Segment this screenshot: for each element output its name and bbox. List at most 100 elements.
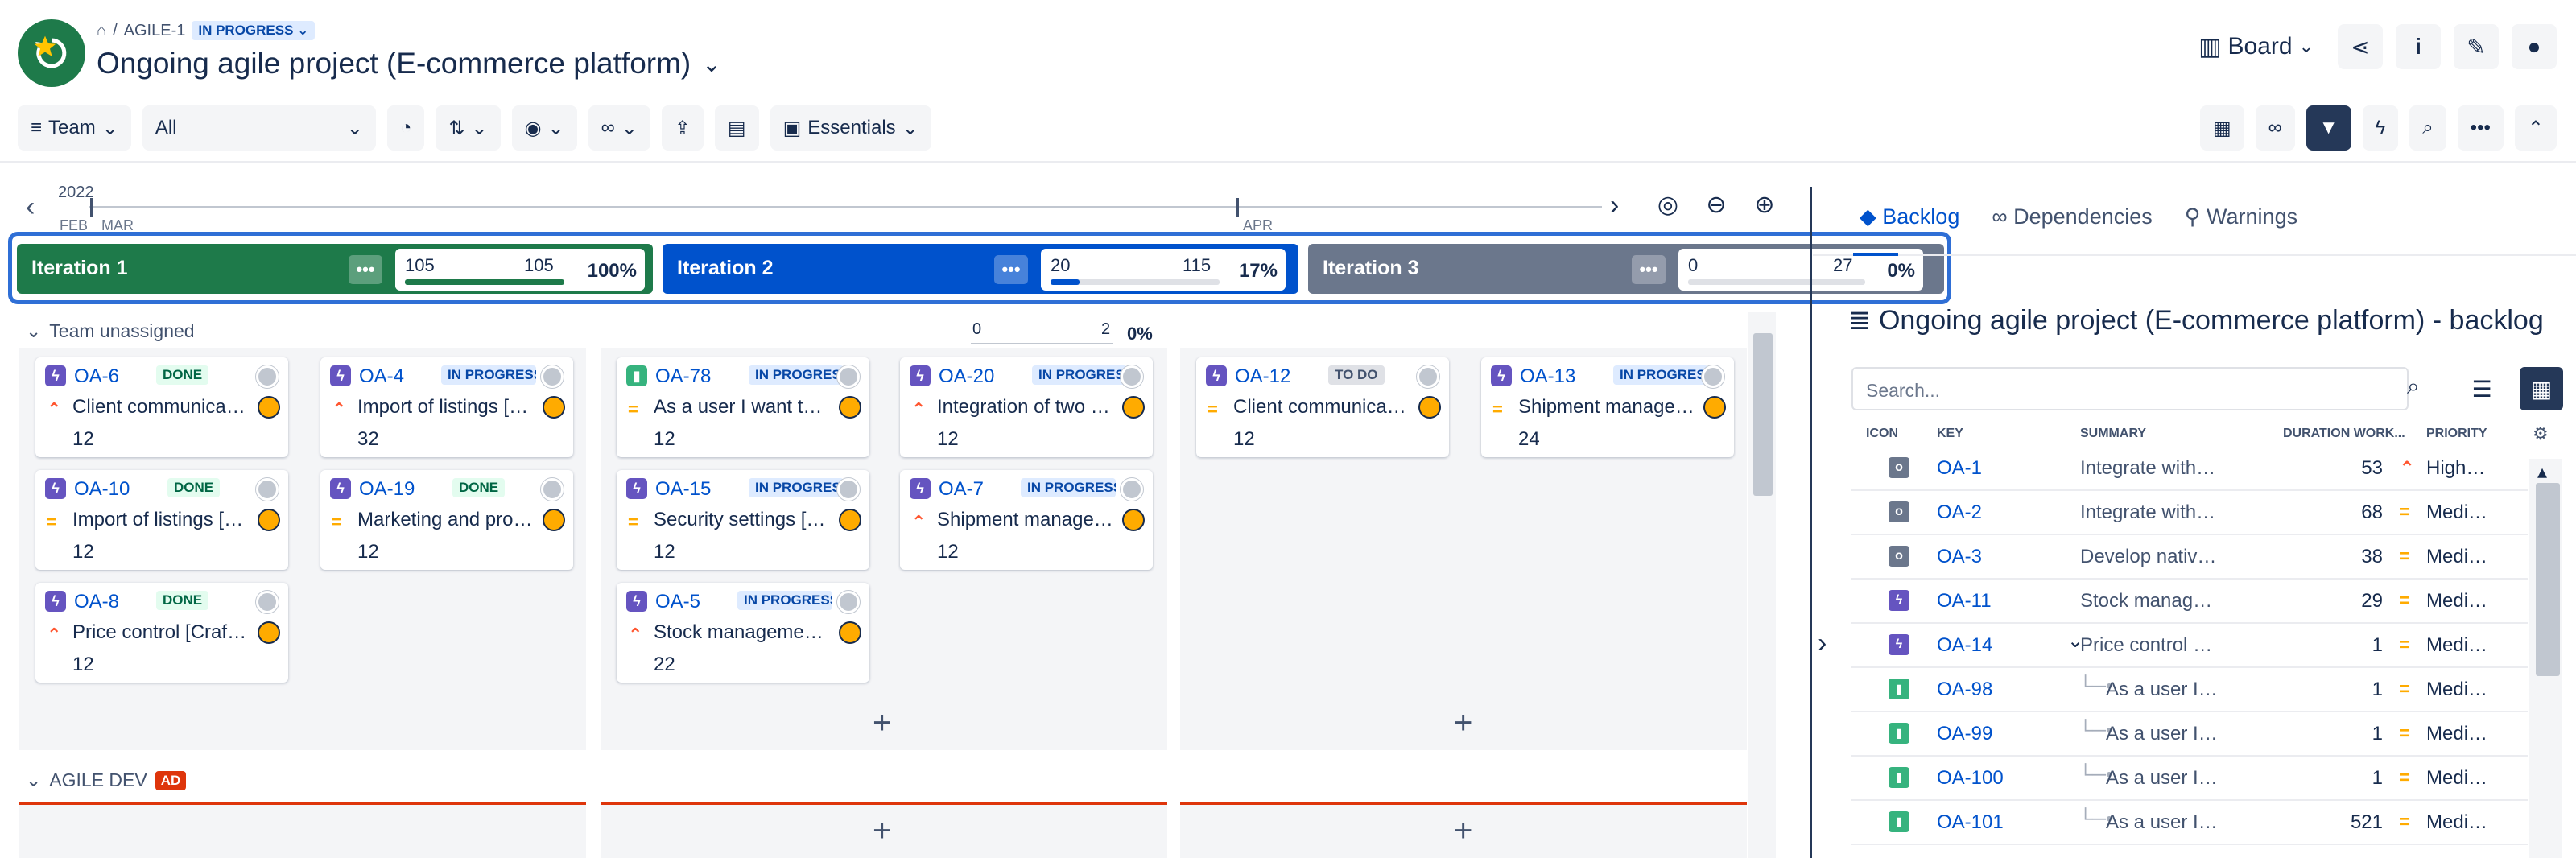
timeline-track[interactable] [89,206,1602,208]
scroll-up-icon[interactable]: ▴ [2537,460,2547,484]
issue-card[interactable]: ϟ OA-12 TO DO = Client communicati… 12 [1196,357,1449,457]
avatar[interactable] [256,591,279,613]
avatar[interactable] [837,591,860,613]
issue-key[interactable]: OA-3 [1937,546,1982,568]
issue-key[interactable]: OA-4 [359,365,404,388]
essentials-button[interactable]: ▣ Essentials ⌄ [770,105,931,151]
group-team-unassigned[interactable]: ⌄ Team unassigned [26,320,195,342]
issue-key[interactable]: OA-10 [74,478,130,501]
display-settings-button[interactable]: ▤ [714,105,759,151]
issue-key[interactable]: OA-14 [1937,634,1992,657]
zoom-in-button[interactable]: ⊕ [1747,187,1782,222]
issue-key[interactable]: OA-8 [74,591,119,613]
view-switch-button[interactable]: ▥ Board ⌄ [2187,24,2325,69]
more-icon[interactable]: ••• [1632,255,1666,284]
collapse-button[interactable]: ⌃ [2514,105,2557,151]
avatar[interactable] [1121,478,1143,501]
issue-key[interactable]: OA-100 [1937,767,2004,790]
issue-card[interactable]: ϟ OA-5 IN PROGRESS ⌃ Stock management … 22 [617,583,869,683]
calendar-button[interactable]: ▦ [2199,105,2244,151]
filter-button[interactable]: ▼ [2306,105,2351,151]
sort-button[interactable]: ⇅ ⌄ [436,105,501,151]
group-agile-dev[interactable]: ⌄ AGILE DEV AD [26,769,187,791]
backlog-search-input[interactable]: Search... [1852,367,2409,410]
issue-key[interactable]: OA-7 [939,478,984,501]
tab-backlog[interactable]: ◆ Backlog [1860,204,1959,229]
issue-key[interactable]: OA-20 [939,365,994,388]
timeline-next-button[interactable]: › [1610,190,1619,221]
column-header-icon[interactable]: ICON [1866,427,1898,441]
column-header-key[interactable]: KEY [1937,427,1963,441]
link-button[interactable]: ∞ [2255,105,2295,151]
visibility-button[interactable]: ◉ ⌄ [511,105,577,151]
settings-button[interactable]: ✎ [2454,24,2499,69]
iteration-2[interactable]: Iteration 2 ••• 20 115 17% [663,244,1298,294]
issue-key[interactable]: OA-78 [655,365,711,388]
export-button[interactable]: ⇪ [661,105,704,151]
calendar-view-button[interactable]: ▦ [2520,367,2563,410]
timeline-center-button[interactable]: ◎ [1650,187,1686,222]
issue-card[interactable]: ϟ OA-7 IN PROGRESS ⌃ Shipment manage… 12 [900,470,1153,570]
avatar[interactable] [1417,365,1439,388]
issue-card[interactable]: ϟ OA-20 IN PROGRESS ⌃ Integration of two e-…… [900,357,1153,457]
issue-key[interactable]: OA-98 [1937,679,1992,701]
timeline-prev-button[interactable]: ‹ [26,192,35,223]
column-header-summary[interactable]: SUMMARY [2080,427,2146,441]
share-button[interactable]: ⋖ [2338,24,2383,69]
search-icon[interactable]: ⌕ [2407,373,2420,400]
backlog-row[interactable]: ▮ OA-101 └─• As a user I… 521 = Medi… [1852,800,2528,845]
column-header-priority[interactable]: PRIORITY [2426,427,2487,441]
info-button[interactable]: i [2396,24,2441,69]
avatar[interactable] [256,478,279,501]
avatar[interactable] [837,478,860,501]
issue-card[interactable]: ϟ OA-13 IN PROGRESS = Shipment manage… 24 [1481,357,1734,457]
backlog-row[interactable]: ϟ OA-11 Stock manag… 29 = Medi… [1852,579,2528,624]
more-icon[interactable]: ••• [349,255,382,284]
iteration-1[interactable]: Iteration 1 ••• 105 105 100% [17,244,653,294]
issue-key[interactable]: OA-11 [1937,590,1992,613]
panel-divider[interactable] [1810,187,1812,858]
issue-card[interactable]: ϟ OA-15 IN PROGRESS = Security settings [T… 1… [617,470,869,570]
issue-card[interactable]: ϟ OA-10 DONE = Import of listings [T… 12 [35,470,288,570]
more-icon[interactable]: ••• [994,255,1028,284]
search-button[interactable]: ⌕ [2409,105,2446,151]
issue-key[interactable]: OA-13 [1520,365,1575,388]
avatar[interactable] [541,478,564,501]
issue-key[interactable]: OA-5 [655,591,700,613]
status-badge[interactable]: IN PROGRESS ⌄ [192,21,316,40]
tab-warnings[interactable]: ⚲ Warnings [2185,204,2297,229]
backlog-row[interactable]: o OA-2 Integrate with… 68 = Medi… [1852,490,2528,535]
issue-card[interactable]: ▮ OA-78 IN PROGRESS = As a user I want to … 1… [617,357,869,457]
issue-card[interactable]: ϟ OA-8 DONE ⌃ Price control [Crafts… 12 [35,583,288,683]
team-filter-select[interactable]: All ⌄ [142,105,376,151]
issue-card[interactable]: ϟ OA-4 IN PROGRESS ⌃ Import of listings [Cr…… [320,357,573,457]
gear-icon[interactable]: ⚙ [2533,423,2549,444]
backlog-row[interactable]: o OA-3 Develop nativ… 38 = Medi… [1852,534,2528,580]
issue-card[interactable]: ϟ OA-19 DONE = Marketing and prom… 12 [320,470,573,570]
add-issue-button[interactable]: + [873,813,891,849]
page-title[interactable]: Ongoing agile project (E-commerce platfo… [97,47,721,80]
iteration-3[interactable]: Iteration 3 ••• 0 27 0% [1308,244,1944,294]
backlog-row[interactable]: o OA-1 Integrate with… 53 ⌃ High… [1852,446,2528,491]
avatar[interactable] [1702,365,1724,388]
chart-button[interactable]: ◔ [386,105,425,151]
backlog-scrollbar-thumb[interactable] [2536,483,2560,676]
issue-key[interactable]: OA-1 [1937,457,1982,480]
issue-key[interactable]: OA-12 [1235,365,1290,388]
backlog-row[interactable]: ▮ OA-99 └─• As a user I… 1 = Medi… [1852,712,2528,757]
more-button[interactable]: ••• [2457,105,2504,151]
avatar[interactable] [837,365,860,388]
issue-card[interactable]: ϟ OA-6 DONE ⌃ Client communicatio… 12 [35,357,288,457]
quick-action-button[interactable]: ϟ [2362,105,2399,151]
user-button[interactable]: ● [2512,24,2557,69]
issue-key[interactable]: OA-99 [1937,723,1992,745]
zoom-out-button[interactable]: ⊖ [1699,187,1734,222]
link-options-button[interactable]: ∞ ⌄ [588,105,650,151]
add-issue-button[interactable]: + [1454,813,1472,849]
avatar[interactable] [541,365,564,388]
backlog-row[interactable]: ▮ OA-100 └─• As a user I… 1 = Medi… [1852,756,2528,801]
issue-key[interactable]: OA-19 [359,478,415,501]
issue-key[interactable]: OA-15 [655,478,711,501]
issue-key[interactable]: OA-2 [1937,501,1982,524]
avatar[interactable] [1121,365,1143,388]
